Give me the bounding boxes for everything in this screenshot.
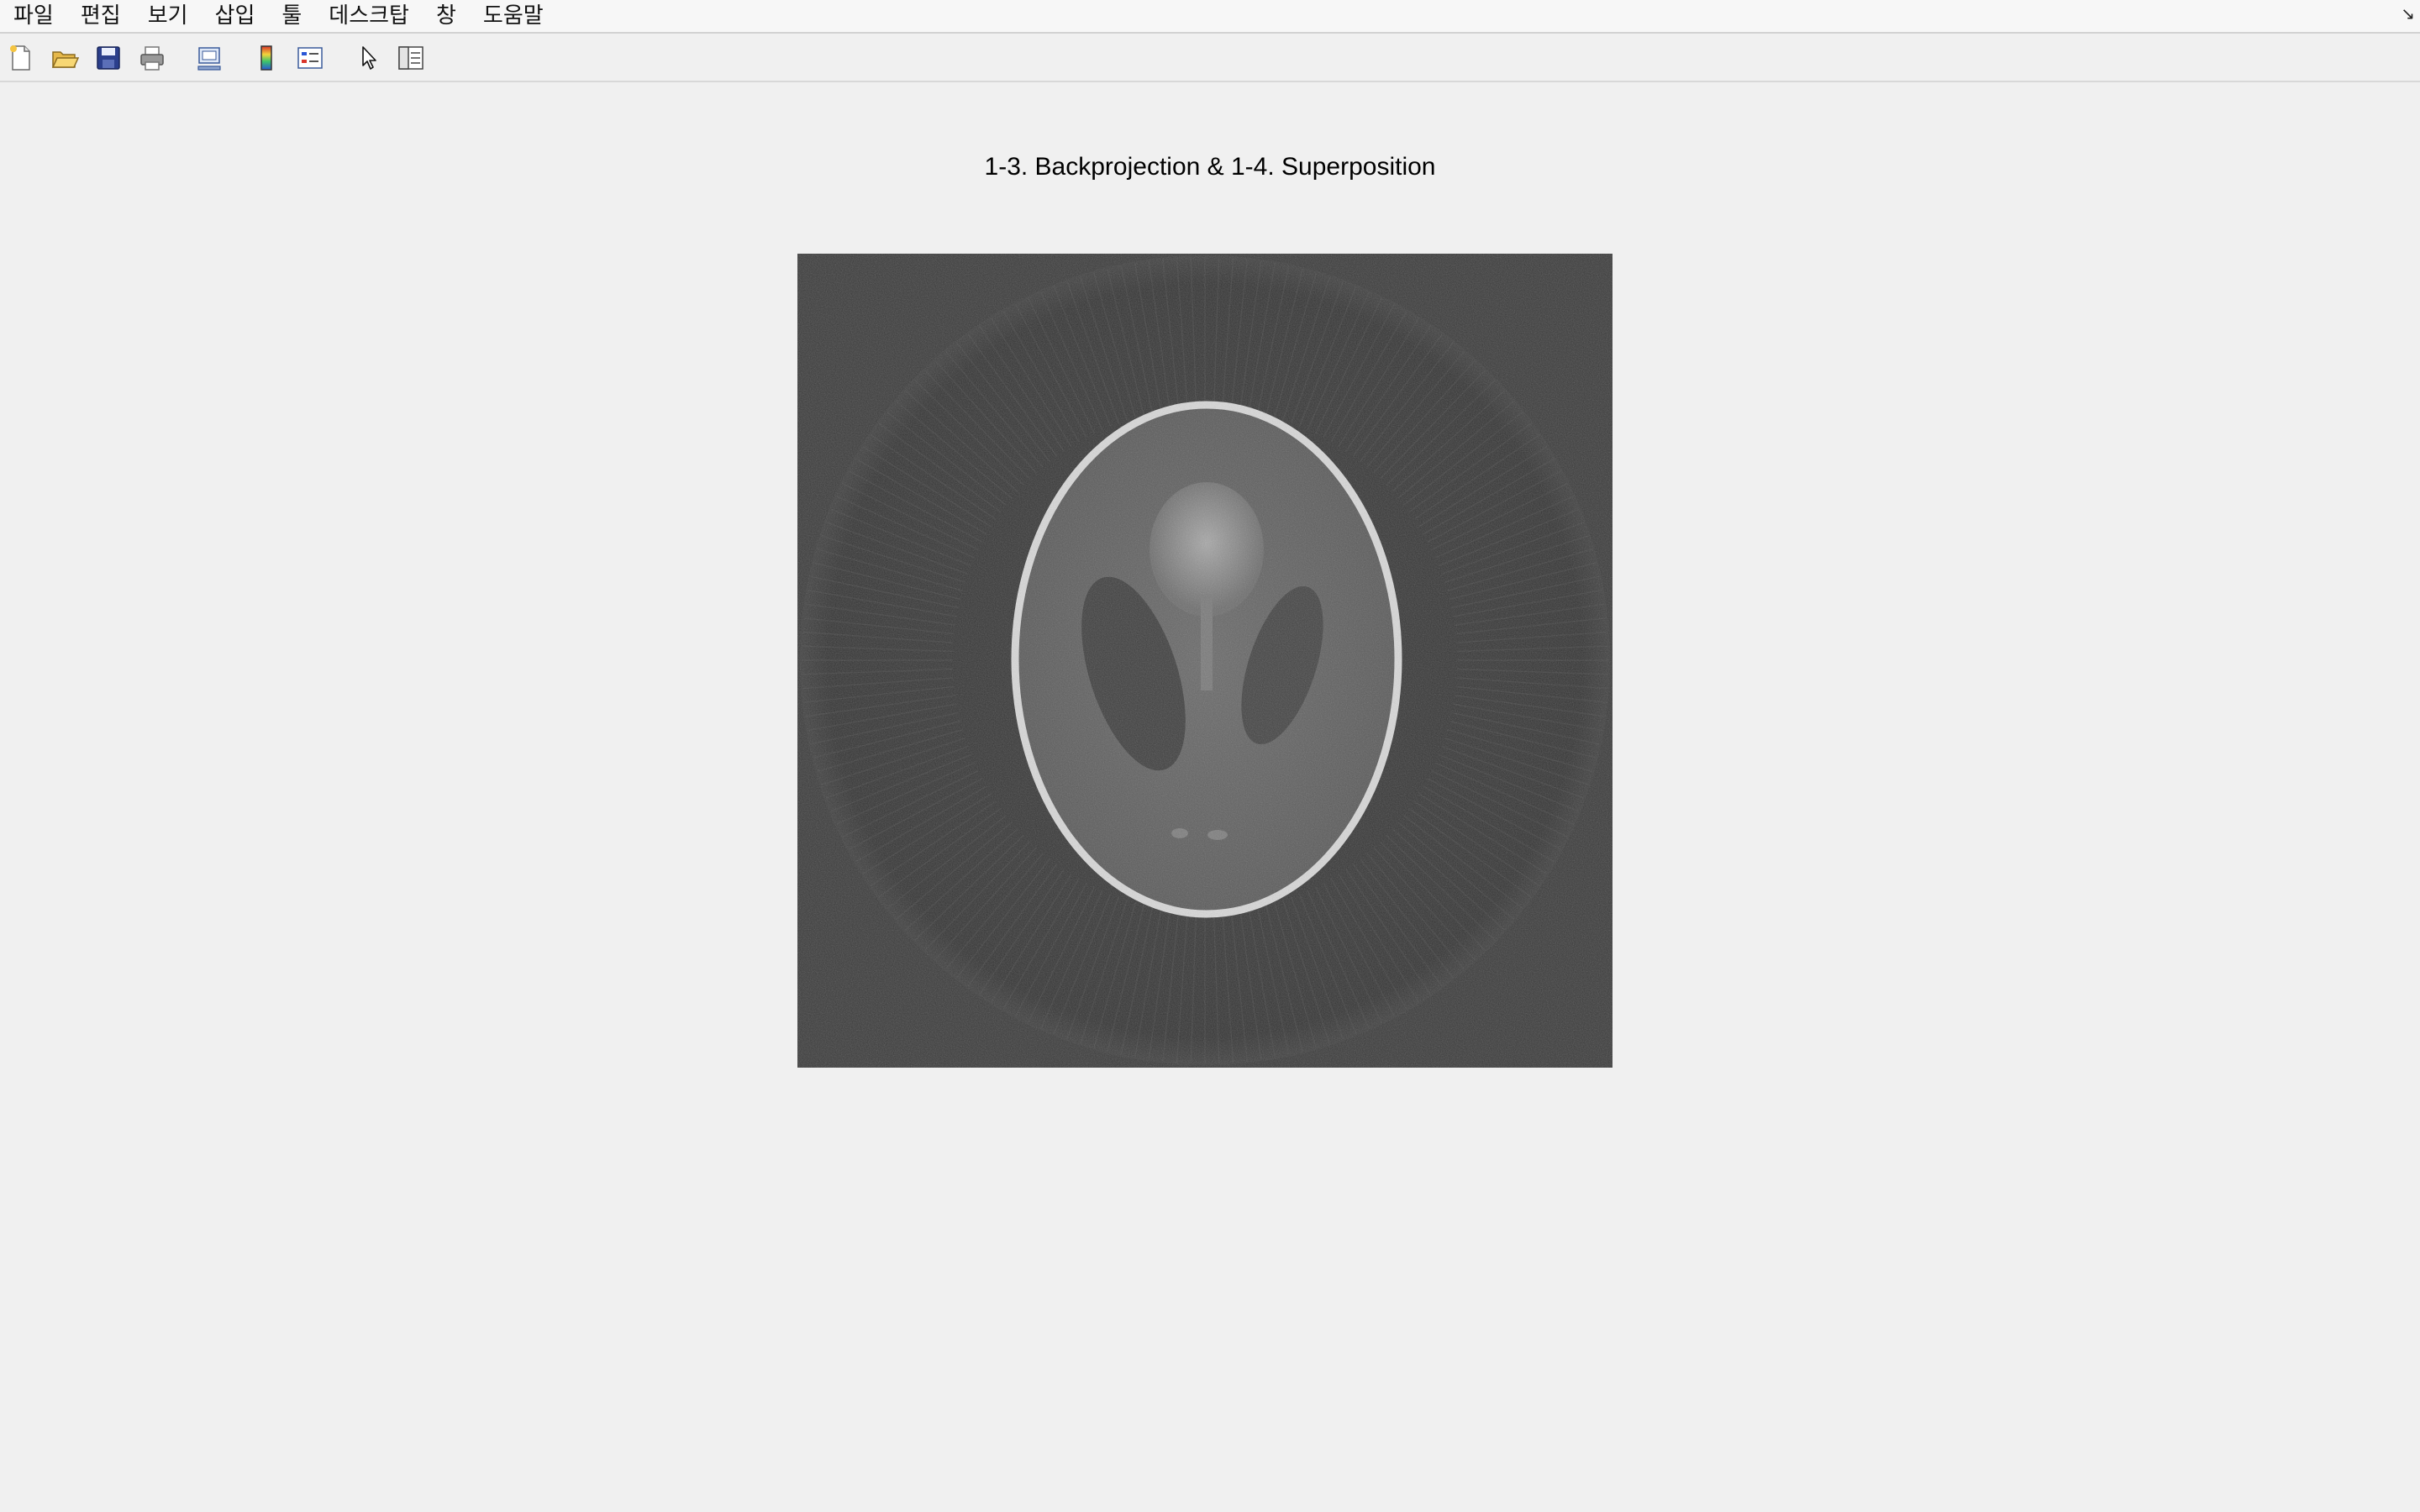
new-figure-icon[interactable] [5,42,37,74]
noise-overlay [797,254,1612,1068]
figure-title: 1-3. Backprojection & 1-4. Superposition [984,153,1436,181]
menu-view[interactable]: 보기 [134,0,202,33]
legend-icon[interactable] [294,42,326,74]
menu-help[interactable]: 도움말 [470,0,557,33]
menu-desktop[interactable]: 데스크탑 [315,0,423,33]
menu-bar: 파일 편집 보기 삽입 툴 데스크탑 창 도움말 ↘ [0,0,2420,34]
link-plot-icon[interactable] [193,42,225,74]
save-icon[interactable] [92,42,124,74]
image-axes[interactable] [797,254,1612,1068]
dock-arrow-icon[interactable]: ↘ [2401,3,2415,24]
open-file-icon[interactable] [49,42,81,74]
print-icon[interactable] [136,42,168,74]
menu-window[interactable]: 창 [423,0,470,33]
property-inspector-icon[interactable] [395,42,427,74]
pointer-icon[interactable] [353,42,385,74]
menu-file[interactable]: 파일 [0,0,67,33]
figure-toolbar [0,34,2420,82]
colorbar-icon[interactable] [250,42,282,74]
menu-insert[interactable]: 삽입 [202,0,269,33]
menu-edit[interactable]: 편집 [67,0,134,33]
menu-tools[interactable]: 툴 [268,0,315,33]
reconstructed-phantom-image [797,254,1612,1068]
